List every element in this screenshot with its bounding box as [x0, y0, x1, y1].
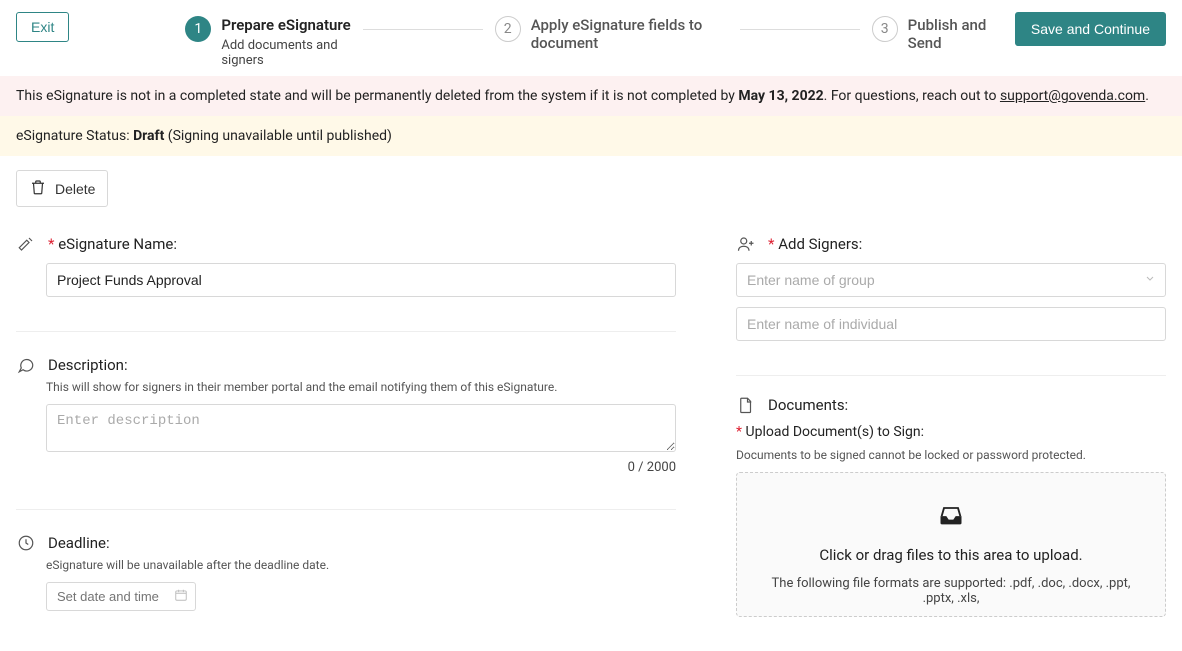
add-signers-label: * Add Signers:: [768, 235, 862, 253]
esignature-name-label: * eSignature Name:: [48, 235, 177, 253]
banner-date: May 13, 2022: [738, 88, 823, 104]
support-email-link[interactable]: support@govenda.com: [1000, 88, 1145, 104]
description-help: This will show for signers in their memb…: [46, 380, 676, 394]
step-1: 1 Prepare eSignature Add documents and s…: [185, 16, 350, 68]
document-icon: [736, 396, 756, 414]
description-label: Description:: [48, 356, 128, 374]
status-note: (Signing unavailable until published): [164, 128, 392, 144]
deletion-warning-banner: This eSignature is not in a completed st…: [0, 76, 1182, 116]
upload-dropzone[interactable]: Click or drag files to this area to uplo…: [736, 472, 1166, 617]
step-2: 2 Apply eSignature fields to document: [495, 16, 728, 52]
exit-button[interactable]: Exit: [16, 12, 69, 42]
step-divider: [363, 29, 483, 30]
user-plus-icon: [736, 235, 756, 253]
step-1-title: Prepare eSignature: [221, 16, 350, 34]
step-circle-3: 3: [872, 16, 898, 42]
step-2-title: Apply eSignature fields to document: [531, 16, 728, 52]
delete-button[interactable]: Delete: [16, 170, 108, 207]
calendar-icon: [174, 588, 188, 606]
dropzone-title: Click or drag files to this area to uplo…: [757, 546, 1145, 564]
delete-label: Delete: [55, 181, 95, 197]
status-banner: eSignature Status: Draft (Signing unavai…: [0, 116, 1182, 156]
label-text: Upload Document(s) to Sign:: [746, 424, 925, 440]
label-text: eSignature Name:: [58, 235, 177, 253]
save-and-continue-button[interactable]: Save and Continue: [1015, 12, 1166, 46]
status-value: Draft: [133, 128, 164, 144]
pen-icon: [16, 235, 36, 253]
description-textarea[interactable]: [46, 404, 676, 452]
step-circle-2: 2: [495, 16, 521, 42]
banner-text: .: [1145, 88, 1149, 104]
signer-individual-input[interactable]: [736, 307, 1166, 341]
description-char-count: 0 / 2000: [46, 460, 676, 475]
banner-text: . For questions, reach out to: [824, 88, 1000, 104]
step-circle-1: 1: [185, 16, 211, 42]
banner-text: This eSignature is not in a completed st…: [16, 88, 738, 104]
esignature-name-input[interactable]: [46, 263, 676, 297]
step-3-title: Publish and Send: [908, 16, 999, 52]
chevron-down-icon: [1144, 273, 1156, 288]
dropzone-subtext: The following file formats are supported…: [757, 576, 1145, 606]
chat-icon: [16, 356, 36, 374]
upload-documents-label: * Upload Document(s) to Sign:: [736, 424, 924, 440]
trash-icon: [29, 178, 47, 199]
inbox-icon: [757, 501, 1145, 536]
signer-group-select[interactable]: [736, 263, 1166, 297]
step-divider: [740, 29, 860, 30]
step-3: 3 Publish and Send: [872, 16, 999, 52]
status-label: eSignature Status:: [16, 128, 133, 144]
documents-label: Documents:: [768, 396, 848, 414]
stepper: 1 Prepare eSignature Add documents and s…: [185, 12, 999, 68]
clock-icon: [16, 534, 36, 552]
upload-help: Documents to be signed cannot be locked …: [736, 448, 1166, 462]
deadline-label: Deadline:: [48, 534, 110, 552]
label-text: Add Signers:: [778, 235, 862, 253]
deadline-help: eSignature will be unavailable after the…: [46, 558, 676, 572]
step-1-subtitle: Add documents and signers: [221, 38, 350, 68]
